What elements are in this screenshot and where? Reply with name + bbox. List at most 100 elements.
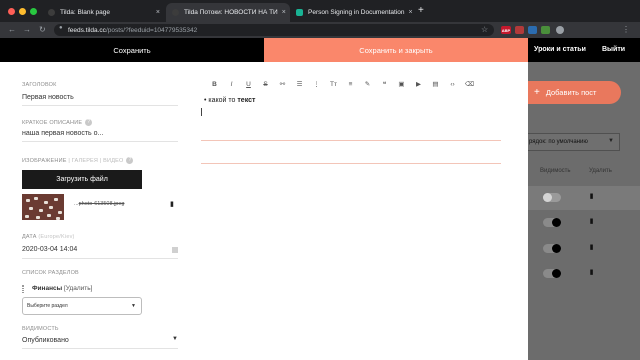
date-label: ДАТА (Europe/Kiev) — [22, 234, 75, 240]
italic-icon[interactable]: I — [223, 78, 240, 90]
help-icon[interactable]: ? — [85, 119, 93, 126]
tab-blank-page[interactable]: Tilda: Blank page × — [42, 3, 166, 22]
image-label: ИЗОБРАЖЕНИЕ | ГАЛЕРЕЯ | ВИДЕО? — [22, 157, 134, 164]
eraser-icon[interactable]: ⌫ — [461, 78, 478, 90]
visibility-toggle[interactable] — [543, 193, 561, 202]
text-editor[interactable] — [194, 62, 528, 360]
forward-icon[interactable]: → — [23, 25, 31, 34]
calendar-icon[interactable] — [172, 247, 178, 253]
profile-avatar-icon[interactable] — [556, 26, 564, 34]
adblock-extension-icon[interactable]: ABP — [501, 26, 511, 34]
quote-icon[interactable]: ❝ — [376, 78, 393, 90]
drag-handle-icon[interactable] — [22, 285, 24, 293]
tilda-favicon-icon — [172, 9, 179, 16]
tab-title: Person Signing in Documentation — [308, 9, 405, 16]
tab-title: Tilda Потоки: НОВОСТИ НА ТИ — [184, 9, 278, 16]
browser-tab-bar: Tilda: Blank page × Tilda Потоки: НОВОСТ… — [0, 0, 640, 22]
save-and-close-button[interactable]: Сохранить и закрыть — [264, 38, 528, 62]
visibility-toggle[interactable] — [543, 218, 561, 227]
browser-menu-icon[interactable]: ⋮ — [622, 25, 630, 34]
trash-icon[interactable]: ▮ — [588, 244, 595, 252]
divider — [22, 141, 178, 142]
tilda-top-bar: Сохранить Сохранить и закрыть Уроки и ст… — [0, 38, 640, 62]
back-icon[interactable]: ← — [8, 25, 16, 34]
lock-icon: ● — [59, 25, 63, 31]
trash-icon[interactable]: ▮ — [588, 193, 595, 201]
visibility-column-header: Видимость — [540, 168, 571, 174]
tab-close-icon[interactable]: × — [278, 9, 286, 16]
bold-icon[interactable]: B — [206, 78, 223, 90]
add-post-label: Добавить пост — [545, 88, 597, 97]
editor-divider — [201, 140, 501, 141]
link-icon[interactable]: ⚯ — [274, 78, 291, 90]
browser-toolbar: ← → ↻ ● feeds.tilda.cc /posts/?feeduid=1… — [0, 22, 640, 38]
sort-select[interactable]: рядок: по умолчанию ▼ — [518, 133, 620, 151]
sections-label: СПИСОК РАЗДЕЛОВ — [22, 270, 79, 276]
add-post-button[interactable]: + Добавить пост — [528, 81, 621, 104]
visibility-toggle[interactable] — [543, 269, 561, 278]
date-input[interactable]: 2020-03-04 14:04 — [22, 246, 77, 253]
tilda-favicon-icon — [48, 9, 55, 16]
sort-label: рядок: по умолчанию — [529, 139, 588, 145]
video-icon[interactable]: ▶ — [410, 78, 427, 90]
tab-tilda-feeds[interactable]: Tilda Потоки: НОВОСТИ НА ТИ × — [166, 3, 290, 22]
image-icon[interactable]: ▣ — [393, 78, 410, 90]
trash-icon[interactable]: ▮ — [588, 269, 595, 277]
editor-divider — [201, 163, 501, 164]
visibility-label: ВИДИМОСТЬ — [22, 326, 59, 332]
window-close-button[interactable] — [8, 8, 15, 15]
strikethrough-icon[interactable]: S — [257, 78, 274, 90]
numbered-list-icon[interactable]: ⋮ — [308, 78, 325, 90]
divider — [22, 258, 178, 259]
text-size-icon[interactable]: Tт — [325, 78, 342, 90]
file-name: ...photo-613508.jpeg — [74, 201, 125, 207]
visibility-select[interactable]: Опубликовано — [22, 337, 69, 344]
plus-icon: + — [534, 87, 540, 98]
align-icon[interactable]: ≡ — [342, 78, 359, 90]
chevron-down-icon: ▼ — [608, 138, 614, 144]
url-host: feeds.tilda.cc — [68, 26, 106, 34]
docs-favicon-icon — [296, 9, 303, 16]
window-zoom-button[interactable] — [30, 8, 37, 15]
section-select[interactable]: Выберите раздел ▼ — [22, 297, 142, 315]
tab-close-icon[interactable]: × — [152, 9, 160, 16]
image-source-options[interactable]: | ГАЛЕРЕЯ | ВИДЕО — [68, 158, 123, 164]
posts-list-overlay — [528, 62, 640, 360]
chevron-down-icon[interactable]: ▼ — [172, 336, 178, 342]
underline-icon[interactable]: U — [240, 78, 257, 90]
visibility-toggle[interactable] — [543, 244, 561, 253]
address-bar[interactable]: ● feeds.tilda.cc /posts/?feeduid=1047795… — [54, 24, 494, 36]
editor-bullet-item[interactable]: • какой то текст — [204, 97, 255, 104]
save-button[interactable]: Сохранить — [0, 38, 264, 62]
divider — [22, 348, 178, 349]
upload-file-button[interactable]: Загрузить файл — [22, 170, 142, 189]
extension-icon[interactable] — [515, 26, 524, 34]
tab-documentation[interactable]: Person Signing in Documentation × — [290, 3, 414, 22]
embed-icon[interactable]: ▤ — [427, 78, 444, 90]
chevron-down-icon: ▼ — [131, 303, 136, 309]
bulleted-list-icon[interactable]: ☰ — [291, 78, 308, 90]
description-input[interactable]: наша первая новость о... — [22, 130, 103, 137]
title-label: ЗАГОЛОВОК — [22, 82, 57, 88]
new-tab-button[interactable]: + — [418, 5, 424, 16]
section-select-value: Выберите раздел — [27, 303, 68, 309]
extension-icon[interactable] — [528, 26, 537, 34]
window-minimize-button[interactable] — [19, 8, 26, 15]
remove-section-link[interactable]: [Удалить] — [64, 285, 92, 292]
tab-title: Tilda: Blank page — [60, 9, 110, 16]
editor-toolbar: B I U S ⚯ ☰ ⋮ Tт ≡ ✎ ❝ ▣ ▶ ▤ ‹› ⌫ — [206, 78, 478, 90]
title-input[interactable]: Первая новость — [22, 94, 74, 101]
help-icon[interactable]: ? — [126, 157, 134, 164]
code-icon[interactable]: ‹› — [444, 78, 461, 90]
delete-column-header: Удалить — [589, 168, 612, 174]
reload-icon[interactable]: ↻ — [39, 25, 46, 34]
tab-close-icon[interactable]: × — [404, 9, 412, 16]
extension-icon[interactable] — [541, 26, 550, 34]
bookmark-star-icon[interactable]: ☆ — [481, 25, 488, 34]
lessons-link[interactable]: Уроки и статьи — [534, 46, 586, 53]
logout-link[interactable]: Выйти — [602, 46, 625, 53]
trash-icon[interactable]: ▮ — [170, 200, 174, 208]
trash-icon[interactable]: ▮ — [588, 218, 595, 226]
highlight-icon[interactable]: ✎ — [359, 78, 376, 90]
url-path: /posts/?feeduid=104779535342 — [105, 26, 198, 34]
